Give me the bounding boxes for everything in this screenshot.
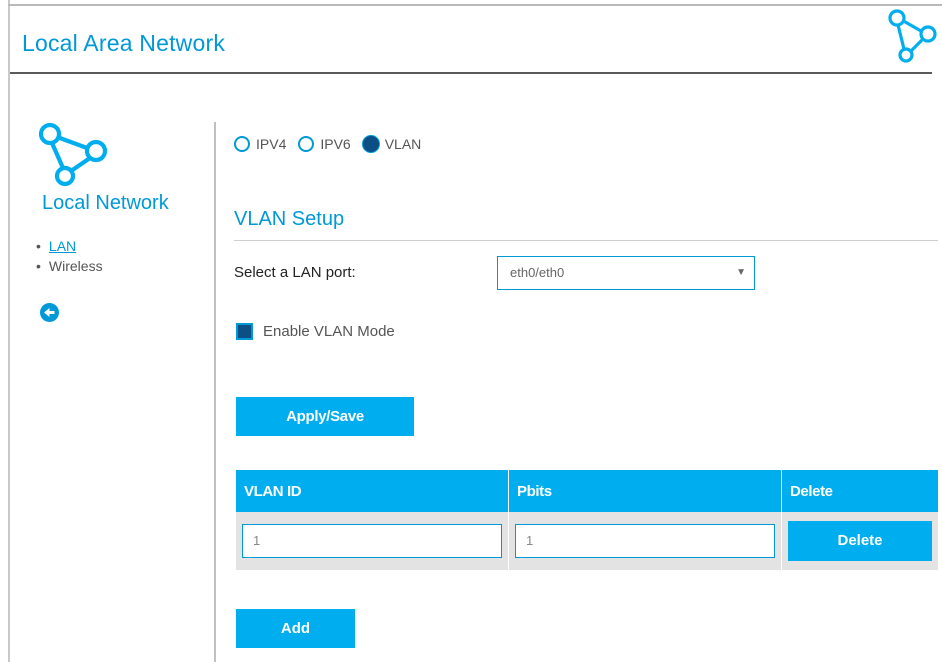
header-divider — [10, 72, 932, 74]
table-cell: 1 — [236, 512, 509, 570]
arrow-left-circle-icon — [44, 308, 55, 317]
column-header-pbits: Pbits — [508, 470, 782, 512]
table-cell: 1 — [508, 512, 782, 570]
dropdown-arrow-icon: ▼ — [736, 267, 746, 278]
lan-port-select[interactable]: eth0/eth0 ▼ — [497, 256, 755, 290]
radio-vlan[interactable]: VLAN — [362, 136, 422, 152]
lan-port-label: Select a LAN port: — [234, 264, 356, 281]
radio-label-ipv4: IPV4 — [256, 136, 287, 152]
network-nodes-icon — [888, 9, 937, 63]
radio-ipv6[interactable]: IPV6 — [298, 136, 351, 152]
radio-indicator[interactable] — [298, 136, 315, 152]
add-button[interactable]: Add — [236, 609, 355, 648]
content-divider — [214, 122, 216, 662]
sidebar-item-lan: LAN — [36, 236, 103, 256]
sidebar-link-lan[interactable]: LAN — [49, 238, 76, 254]
network-nodes-icon — [38, 122, 108, 187]
page-frame-left-border — [8, 0, 10, 662]
table-cell: Delete — [781, 512, 938, 570]
sidebar-title: Local Network — [42, 192, 169, 214]
table-row: 1 1 Delete — [236, 512, 938, 570]
page-frame-top-border — [8, 4, 942, 6]
delete-row-button[interactable]: Delete — [788, 521, 932, 561]
vlan-id-input[interactable]: 1 — [242, 524, 502, 558]
radio-indicator[interactable] — [234, 136, 250, 152]
enable-vlan-mode-checkbox[interactable]: Enable VLAN Mode — [236, 323, 395, 340]
table-header-row: VLAN ID Pbits Delete — [236, 470, 938, 512]
lan-port-value: eth0/eth0 — [510, 265, 565, 280]
enable-vlan-mode-label: Enable VLAN Mode — [263, 323, 395, 340]
vlan-table: VLAN ID Pbits Delete 1 1 Delete — [236, 470, 938, 570]
sidebar-item-label: Wireless — [48, 258, 103, 274]
page-title: Local Area Network — [22, 30, 226, 56]
pbits-input[interactable]: 1 — [515, 524, 775, 558]
sidebar-nav: LAN Wireless — [36, 236, 103, 276]
radio-ipv4[interactable]: IPV4 — [234, 136, 286, 152]
section-divider — [234, 240, 938, 241]
section-title: VLAN Setup — [234, 208, 345, 230]
ip-mode-radio-group: IPV4 IPV6 VLAN — [234, 136, 433, 152]
checkbox-indicator[interactable] — [236, 323, 253, 340]
back-button[interactable] — [40, 303, 59, 322]
column-header-delete: Delete — [781, 470, 938, 512]
radio-label-ipv6: IPV6 — [320, 136, 351, 152]
apply-save-button[interactable]: Apply/Save — [236, 397, 414, 436]
radio-indicator[interactable] — [362, 136, 379, 152]
sidebar-item-wireless[interactable]: Wireless — [36, 256, 103, 276]
column-header-vlan-id: VLAN ID — [236, 470, 509, 512]
radio-label-vlan: VLAN — [384, 136, 422, 152]
